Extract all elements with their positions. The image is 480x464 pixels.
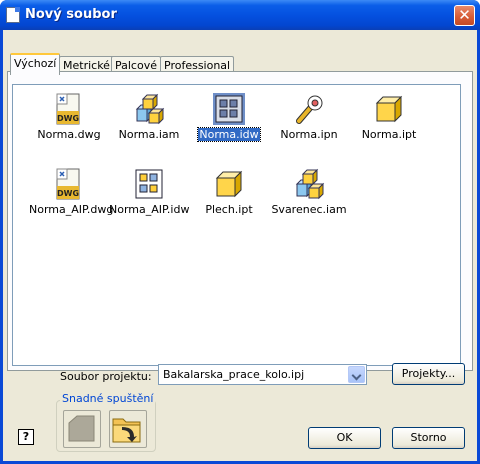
project-file-select[interactable]: Bakalarska_prace_kolo.ipj <box>158 364 367 385</box>
file-label: Plech.ipt <box>205 203 253 216</box>
file-item-norma-dwg[interactable]: DWG Norma.dwg <box>29 89 109 155</box>
file-label: Norma_AIP.idw <box>109 203 190 216</box>
dialog-title: Nový soubor <box>25 7 117 22</box>
svg-text:DWG: DWG <box>57 189 79 198</box>
file-label: Norma.iam <box>118 128 180 141</box>
file-label: Svarenec.iam <box>271 203 347 216</box>
project-file-value: Bakalarska_prace_kolo.ipj <box>163 368 305 381</box>
title-bar[interactable]: Nový soubor ✕ <box>0 0 480 30</box>
file-label: Norma.ipt <box>361 128 417 141</box>
selected-file-label: Norma.idw <box>197 127 261 142</box>
file-item-norma-ipn[interactable]: Norma.ipn <box>269 89 349 155</box>
quick-launch-new-button[interactable] <box>63 410 101 448</box>
presentation-icon <box>296 95 323 124</box>
file-label: Norma.idw <box>189 127 269 142</box>
file-item-norma-idw[interactable]: Norma.idw <box>189 89 269 155</box>
part-icon <box>375 95 403 123</box>
file-label: Norma.dwg <box>37 128 101 141</box>
template-list: DWG Norma.dwg Norma.iam Norma.idw Norma.… <box>12 84 461 366</box>
file-label: Norma_AIP.dwg <box>29 203 114 216</box>
dialog-window: Nový soubor ✕ Výchozí Metrické Palcové P… <box>0 0 480 464</box>
assembly-icon <box>135 93 165 125</box>
cancel-button[interactable]: Storno <box>392 427 465 449</box>
file-item-norma-aip-dwg[interactable]: DWG Norma_AIP.dwg <box>29 164 114 230</box>
file-item-norma-iam[interactable]: Norma.iam <box>109 89 189 155</box>
file-item-svarenec-iam[interactable]: Svarenec.iam <box>269 164 349 230</box>
dwg-icon: DWG <box>56 168 80 200</box>
assembly-icon <box>295 168 325 200</box>
tab-panel: DWG Norma.dwg Norma.iam Norma.idw Norma.… <box>7 71 473 371</box>
file-label: Norma.ipn <box>280 128 338 141</box>
dialog-body: Výchozí Metrické Palcové Professional DW… <box>3 30 477 461</box>
close-button[interactable]: ✕ <box>454 5 475 26</box>
file-item-norma-ipt[interactable]: Norma.ipt <box>349 89 429 155</box>
open-folder-icon <box>112 418 141 443</box>
dwg-icon: DWG <box>56 93 80 125</box>
svg-text:DWG: DWG <box>57 114 79 123</box>
chevron-down-icon[interactable] <box>348 366 365 383</box>
file-item-plech-ipt[interactable]: Plech.ipt <box>189 164 269 230</box>
quick-launch-open-button[interactable] <box>109 410 147 448</box>
quick-launch-legend: Snadné spuštění <box>60 392 156 405</box>
project-file-label: Soubor projektu: <box>60 370 152 383</box>
file-item-norma-aip-idw[interactable]: Norma_AIP.idw <box>109 164 189 230</box>
new-part-icon <box>68 415 95 442</box>
drawing-icon <box>135 169 163 199</box>
part-icon <box>215 170 243 198</box>
ok-button[interactable]: OK <box>308 427 381 449</box>
help-icon[interactable]: ? <box>18 429 34 445</box>
drawing-icon <box>213 93 245 125</box>
new-file-icon <box>6 7 20 23</box>
tab-vychozi[interactable]: Výchozí <box>10 53 61 75</box>
projects-button[interactable]: Projekty... <box>392 363 465 385</box>
